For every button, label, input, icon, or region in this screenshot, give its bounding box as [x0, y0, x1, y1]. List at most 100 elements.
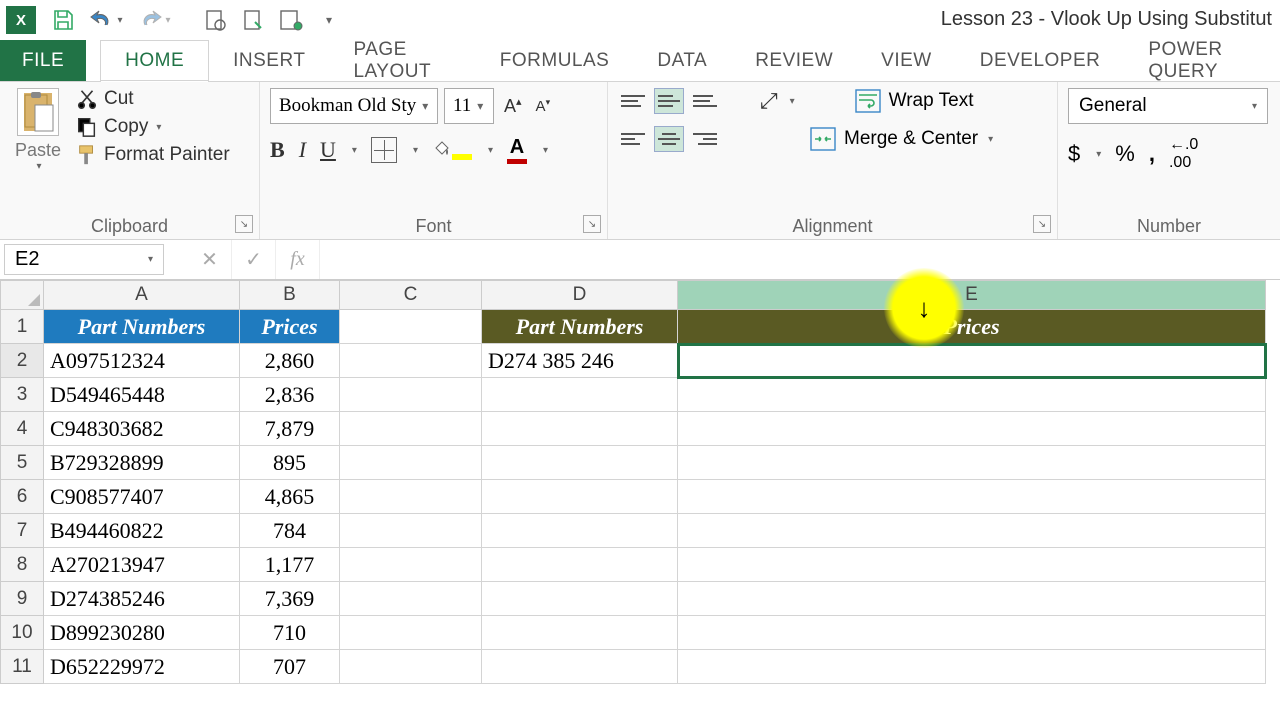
cell-A1[interactable]: Part Numbers [44, 310, 240, 344]
cell-B3[interactable]: 2,836 [240, 378, 340, 412]
row-header[interactable]: 8 [0, 548, 44, 582]
cell-C10[interactable] [340, 616, 482, 650]
tab-review[interactable]: REVIEW [731, 40, 857, 81]
cell-C1[interactable] [340, 310, 482, 344]
cell-D7[interactable] [482, 514, 678, 548]
touch-mode-button[interactable] [272, 3, 310, 37]
cell-A4[interactable]: C948303682 [44, 412, 240, 446]
insert-function-button[interactable]: fx [276, 240, 320, 279]
customize-qat-button[interactable]: ▾ [310, 3, 348, 37]
orientation-button[interactable]: ⤢ [760, 88, 778, 114]
col-header-D[interactable]: D [482, 280, 678, 310]
cell-B11[interactable]: 707 [240, 650, 340, 684]
font-launcher[interactable]: ↘ [583, 215, 601, 233]
wrap-text-button[interactable]: Wrap Text [855, 89, 974, 113]
percent-format-button[interactable]: % [1115, 141, 1135, 167]
cell-A11[interactable]: D652229972 [44, 650, 240, 684]
tab-insert[interactable]: INSERT [209, 40, 329, 81]
cell-D9[interactable] [482, 582, 678, 616]
enter-formula-button[interactable]: ✓ [232, 240, 276, 279]
align-center-button[interactable] [654, 126, 684, 152]
font-family-combo[interactable]: Bookman Old Sty▾ [270, 88, 438, 124]
undo-button[interactable]: ▾ [82, 3, 130, 37]
increase-decimal-button[interactable]: ←.0.00 [1169, 136, 1198, 172]
align-bottom-button[interactable] [690, 88, 720, 114]
worksheet-grid[interactable]: A B C D E 1Part NumbersPricesPart Number… [0, 280, 1280, 684]
underline-button[interactable]: U [320, 137, 336, 163]
clipboard-launcher[interactable]: ↘ [235, 215, 253, 233]
copy-button[interactable]: Copy ▾ [76, 116, 230, 138]
cancel-formula-button[interactable]: ✕ [188, 240, 232, 279]
name-box[interactable]: E2 ▾ [4, 244, 164, 275]
cell-B8[interactable]: 1,177 [240, 548, 340, 582]
tab-page-layout[interactable]: PAGE LAYOUT [329, 40, 475, 81]
borders-button[interactable] [371, 137, 397, 163]
row-header[interactable]: 5 [0, 446, 44, 480]
align-left-button[interactable] [618, 126, 648, 152]
cell-B5[interactable]: 895 [240, 446, 340, 480]
fill-color-button[interactable] [432, 140, 472, 160]
row-header[interactable]: 9 [0, 582, 44, 616]
quick-print-button[interactable] [234, 3, 272, 37]
print-preview-button[interactable] [196, 3, 234, 37]
italic-button[interactable]: I [299, 137, 306, 163]
comma-format-button[interactable]: , [1149, 141, 1155, 167]
cell-D5[interactable] [482, 446, 678, 480]
increase-font-button[interactable]: A▴ [500, 95, 526, 117]
align-middle-button[interactable] [654, 88, 684, 114]
cell-B2[interactable]: 2,860 [240, 344, 340, 378]
row-header[interactable]: 4 [0, 412, 44, 446]
cell-A6[interactable]: C908577407 [44, 480, 240, 514]
row-header[interactable]: 1 [0, 310, 44, 344]
tab-view[interactable]: VIEW [857, 40, 956, 81]
cell-A3[interactable]: D549465448 [44, 378, 240, 412]
col-header-B[interactable]: B [240, 280, 340, 310]
paste-label[interactable]: Paste [15, 140, 61, 161]
cell-E8[interactable] [678, 548, 1266, 582]
cell-D11[interactable] [482, 650, 678, 684]
cell-E5[interactable] [678, 446, 1266, 480]
cell-E7[interactable] [678, 514, 1266, 548]
cell-A9[interactable]: D274385246 [44, 582, 240, 616]
col-header-C[interactable]: C [340, 280, 482, 310]
cell-C3[interactable] [340, 378, 482, 412]
accounting-format-button[interactable]: $ [1068, 141, 1080, 167]
cell-C9[interactable] [340, 582, 482, 616]
row-header[interactable]: 11 [0, 650, 44, 684]
cell-B10[interactable]: 710 [240, 616, 340, 650]
bold-button[interactable]: B [270, 137, 285, 163]
cell-E6[interactable] [678, 480, 1266, 514]
cell-C6[interactable] [340, 480, 482, 514]
cell-E1[interactable]: Prices [678, 310, 1266, 344]
row-header[interactable]: 10 [0, 616, 44, 650]
tab-power-query[interactable]: POWER QUERY [1124, 40, 1280, 81]
select-all-corner[interactable] [0, 280, 44, 310]
cell-B7[interactable]: 784 [240, 514, 340, 548]
cell-D10[interactable] [482, 616, 678, 650]
cell-C5[interactable] [340, 446, 482, 480]
font-size-combo[interactable]: 11▾ [444, 88, 494, 124]
cell-B9[interactable]: 7,369 [240, 582, 340, 616]
tab-developer[interactable]: DEVELOPER [956, 40, 1125, 81]
cell-B4[interactable]: 7,879 [240, 412, 340, 446]
merge-center-button[interactable]: Merge & Center ▾ [810, 127, 993, 151]
align-top-button[interactable] [618, 88, 648, 114]
col-header-A[interactable]: A [44, 280, 240, 310]
cell-D6[interactable] [482, 480, 678, 514]
tab-home[interactable]: HOME [100, 40, 209, 81]
number-format-combo[interactable]: General▾ [1068, 88, 1268, 124]
cell-D3[interactable] [482, 378, 678, 412]
cell-C4[interactable] [340, 412, 482, 446]
row-header[interactable]: 6 [0, 480, 44, 514]
row-header[interactable]: 2 [0, 344, 44, 378]
cell-C7[interactable] [340, 514, 482, 548]
cell-E3[interactable] [678, 378, 1266, 412]
cut-button[interactable]: Cut [76, 88, 230, 110]
save-button[interactable] [44, 3, 82, 37]
cell-A10[interactable]: D899230280 [44, 616, 240, 650]
tab-data[interactable]: DATA [633, 40, 731, 81]
cell-B6[interactable]: 4,865 [240, 480, 340, 514]
font-color-button[interactable]: A [507, 136, 527, 164]
cell-D8[interactable] [482, 548, 678, 582]
formula-input[interactable] [320, 240, 1280, 279]
